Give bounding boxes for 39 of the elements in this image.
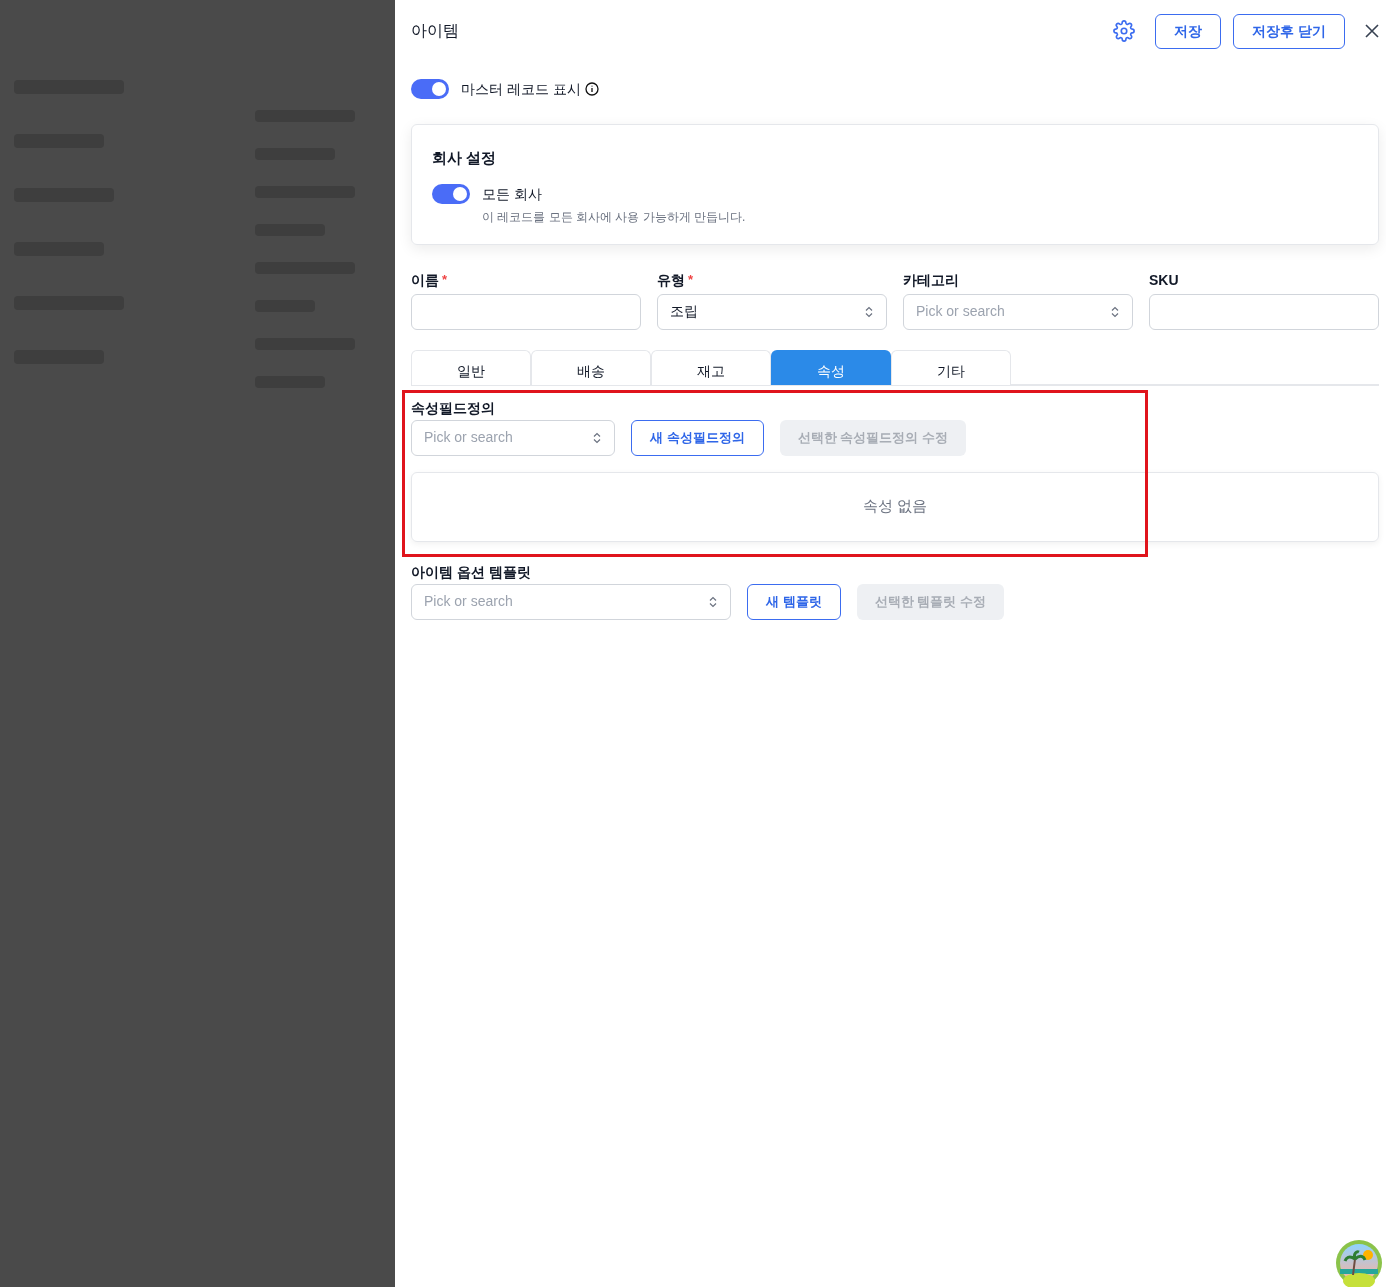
select-field[interactable]: Pick or search [411,419,615,456]
sort-chevron-icon [1110,305,1120,318]
field-label: 유형 [657,270,685,290]
tab[interactable]: 배송 [531,349,651,385]
sort-chevron-icon [864,305,874,318]
tab[interactable]: 속성 [771,349,891,385]
toggle-switch[interactable] [411,79,449,99]
input-field[interactable] [411,293,641,330]
card-title: 회사 설정 [432,148,498,168]
action-button[interactable]: 새 속성필드정의 [631,419,764,456]
required-marker: * [688,270,694,289]
header-button[interactable]: 저장 [1155,13,1222,49]
header-button[interactable]: 저장후 닫기 [1233,13,1345,49]
section-label: 속성필드정의 [411,398,496,418]
info-icon[interactable] [584,82,599,96]
toggle-switch[interactable] [432,183,470,204]
avatar-icon[interactable] [1335,1239,1383,1287]
close-icon[interactable] [1365,24,1379,38]
panel-title: 아이템 [411,21,459,41]
field-label: 이름 [411,270,439,290]
tab[interactable]: 일반 [411,349,531,385]
section-label: 아이템 옵션 템플릿 [411,562,532,582]
sort-chevron-icon [592,431,602,444]
action-button[interactable]: 새 템플릿 [747,583,841,620]
required-marker: * [442,270,448,289]
sort-chevron-icon [708,595,718,608]
select-field[interactable]: 조립 [657,293,887,330]
input-field[interactable] [1149,293,1379,330]
select-field[interactable]: Pick or search [903,293,1133,330]
tab[interactable]: 재고 [651,349,771,385]
field-label: SKU [1149,270,1179,290]
select-field[interactable]: Pick or search [411,583,731,620]
toggle-label: 마스터 레코드 표시 [461,79,581,99]
settings-icon[interactable] [1113,20,1136,42]
toggle-label: 모든 회사 [482,184,543,204]
field-label: 카테고리 [903,270,959,290]
toggle-description: 이 레코드를 모든 회사에 사용 가능하게 만듭니다. [482,208,746,226]
tab[interactable]: 기타 [891,349,1011,385]
empty-message: 속성 없음 [862,496,928,517]
